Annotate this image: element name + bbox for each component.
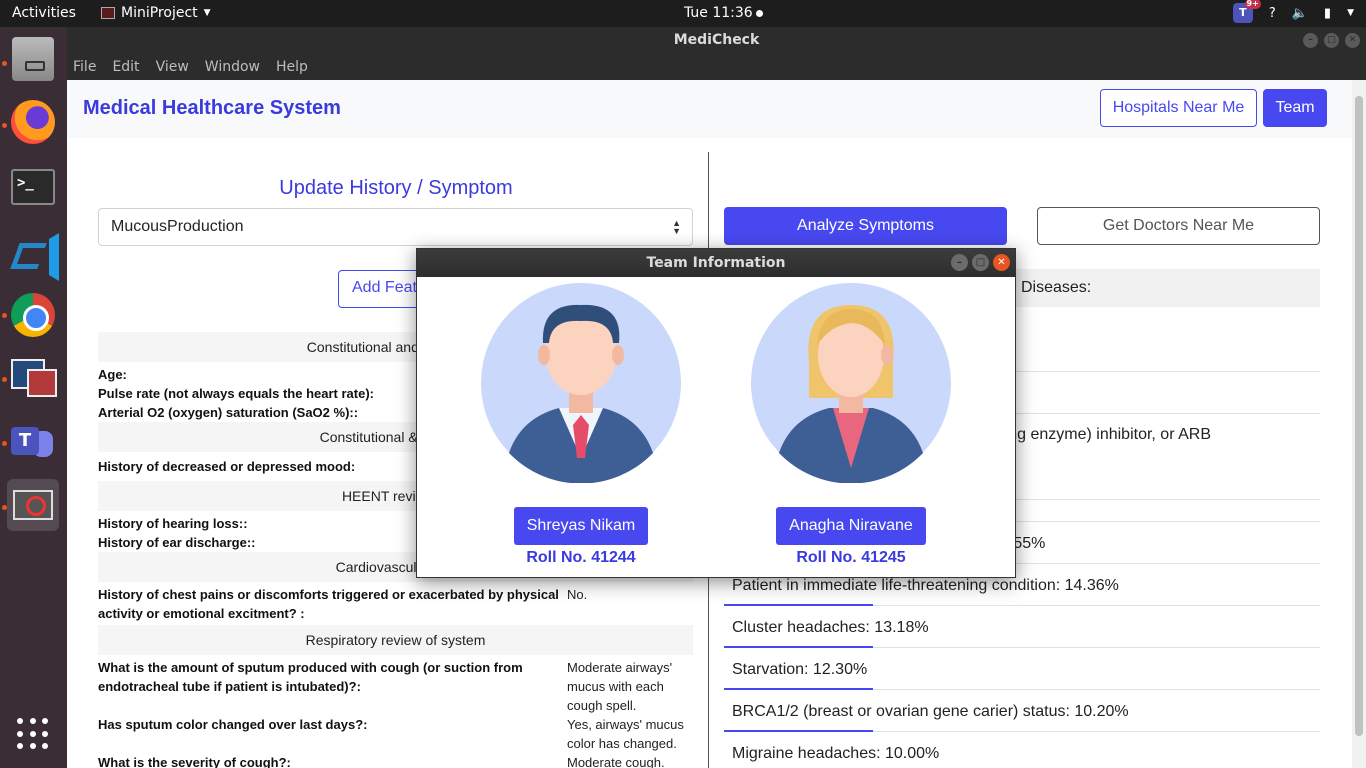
dock-chrome[interactable] — [7, 289, 59, 341]
male-avatar-icon — [481, 283, 681, 483]
menu-bar: File Edit View Window Help — [67, 54, 1366, 80]
member-name-button[interactable]: Shreyas Nikam — [513, 507, 649, 545]
terminal-icon: >_ — [11, 169, 55, 205]
dock-image-viewer[interactable] — [7, 351, 59, 403]
history-row: What is the severity of cough?: Moderate … — [98, 753, 693, 768]
clock[interactable]: Tue 11:36 — [684, 5, 763, 21]
battery-icon[interactable]: ▮ — [1324, 6, 1331, 21]
window-title: MediCheck — [673, 32, 760, 48]
menu-file[interactable]: File — [73, 59, 96, 75]
menu-window[interactable]: Window — [205, 59, 260, 75]
section-header: Respiratory review of system — [98, 625, 693, 655]
dock-vscode[interactable] — [7, 225, 59, 281]
history-question: Has sputum color changed over last days?… — [98, 717, 368, 732]
member-roll-number: Roll No. 41244 — [526, 549, 636, 566]
menu-edit[interactable]: Edit — [112, 59, 139, 75]
disease-row: Cluster headaches: 13.18% — [724, 606, 1320, 648]
image-viewer-icon — [11, 357, 57, 397]
files-icon — [12, 37, 54, 81]
app-menu-label: MiniProject — [121, 5, 198, 21]
history-question: What is the amount of sputum produced wi… — [98, 660, 523, 694]
history-answer: Moderate cough. — [567, 755, 665, 768]
disease-text: Migraine headaches: 10.00% — [732, 745, 940, 762]
analyze-symptoms-button[interactable]: Analyze Symptoms — [724, 207, 1007, 245]
chrome-icon — [11, 293, 55, 337]
team-information-dialog: Team Information – □ ✕ Shreyas Nikam Rol… — [416, 248, 1016, 578]
history-answer: Yes, airways' mucus color has changed. — [567, 717, 684, 751]
navbar: Medical Healthcare System Hospitals Near… — [67, 80, 1352, 138]
dialog-minimize-icon[interactable]: – — [951, 254, 968, 271]
close-icon[interactable]: ✕ — [1345, 33, 1360, 48]
minimize-icon[interactable]: – — [1303, 33, 1318, 48]
teams-tray-icon[interactable]: T 9+ — [1232, 0, 1261, 23]
select-arrows-icon: ▲ ▼ — [672, 218, 681, 236]
disease-row: BRCA1/2 (breast or ovarian gene carier) … — [724, 690, 1320, 732]
vscode-icon — [11, 229, 59, 281]
dock-firefox[interactable] — [7, 96, 59, 148]
dock-teams[interactable]: T — [7, 415, 59, 467]
menu-view[interactable]: View — [156, 59, 189, 75]
window-controls: – □ ✕ — [1303, 33, 1360, 48]
disease-text: BRCA1/2 (breast or ovarian gene carier) … — [732, 703, 1129, 720]
notification-dot-icon — [755, 9, 763, 17]
gnome-top-bar: Activities MiniProject ▼ Tue 11:36 T 9+ ?… — [0, 0, 1366, 27]
disease-row: Migraine headaches: 10.00% — [724, 732, 1320, 768]
page-scrollbar[interactable] — [1352, 80, 1366, 768]
dialog-title: Team Information — [646, 255, 786, 271]
teams-icon: T — [11, 421, 55, 461]
disease-row: Starvation: 12.30% — [724, 648, 1320, 690]
dock: >_ T — [0, 27, 67, 768]
app-icon — [101, 7, 115, 19]
dialog-titlebar: Team Information – □ ✕ — [417, 249, 1015, 277]
dock-terminal[interactable]: >_ — [7, 161, 59, 213]
teams-badge: 9+ — [1244, 0, 1261, 9]
window-titlebar: MediCheck – □ ✕ — [67, 27, 1366, 54]
feature-select[interactable]: MucousProduction ▲ ▼ — [98, 208, 693, 246]
caret-down-icon: ▼ — [203, 8, 211, 18]
dialog-controls: – □ ✕ — [951, 254, 1010, 271]
dock-files[interactable] — [7, 33, 59, 85]
team-button[interactable]: Team — [1263, 89, 1327, 127]
dialog-close-icon[interactable]: ✕ — [993, 254, 1010, 271]
history-answer: Moderate airways' mucus with each cough … — [567, 660, 673, 713]
feature-select-value: MucousProduction — [111, 218, 244, 235]
dock-miniproject[interactable] — [7, 479, 59, 531]
volume-icon[interactable]: 🔈 — [1292, 6, 1308, 21]
help-icon[interactable]: ? — [1269, 6, 1276, 21]
history-row: What is the amount of sputum produced wi… — [98, 658, 693, 715]
history-row: History of chest pains or discomforts tr… — [98, 585, 693, 623]
firefox-icon — [11, 100, 55, 144]
team-member-card: Anagha Niravane Roll No. 41245 — [751, 283, 951, 567]
system-tray: T 9+ ? 🔈 ▮ ▼ — [1232, 0, 1354, 23]
member-name-button[interactable]: Anagha Niravane — [776, 507, 926, 545]
disease-text: Cluster headaches: 13.18% — [732, 619, 929, 636]
system-menu-caret-icon[interactable]: ▼ — [1347, 8, 1354, 18]
history-answer: No. — [567, 587, 588, 602]
team-member-card: Shreyas Nikam Roll No. 41244 — [481, 283, 681, 567]
maximize-icon[interactable]: □ — [1324, 33, 1339, 48]
hospitals-near-me-button[interactable]: Hospitals Near Me — [1100, 89, 1257, 127]
scrollbar-thumb[interactable] — [1355, 96, 1363, 736]
clock-label: Tue 11:36 — [684, 5, 753, 21]
dialog-maximize-icon[interactable]: □ — [972, 254, 989, 271]
history-question: History of chest pains or discomforts tr… — [98, 587, 559, 621]
miniproject-icon — [13, 490, 53, 520]
female-avatar-icon — [751, 283, 951, 483]
brand-title[interactable]: Medical Healthcare System — [83, 97, 341, 120]
menu-help[interactable]: Help — [276, 59, 308, 75]
member-roll-number: Roll No. 41245 — [796, 549, 906, 566]
history-question: What is the severity of cough?: — [98, 755, 291, 768]
history-row: Has sputum color changed over last days?… — [98, 715, 693, 753]
app-menu[interactable]: MiniProject ▼ — [101, 5, 211, 21]
disease-text: Starvation: 12.30% — [732, 661, 868, 678]
update-history-title: Update History / Symptom — [279, 177, 513, 199]
get-doctors-button[interactable]: Get Doctors Near Me — [1037, 207, 1320, 245]
disease-text: Patient in immediate life-threatening co… — [732, 577, 1119, 594]
show-applications-icon[interactable] — [17, 718, 49, 750]
activities-button[interactable]: Activities — [12, 5, 76, 21]
